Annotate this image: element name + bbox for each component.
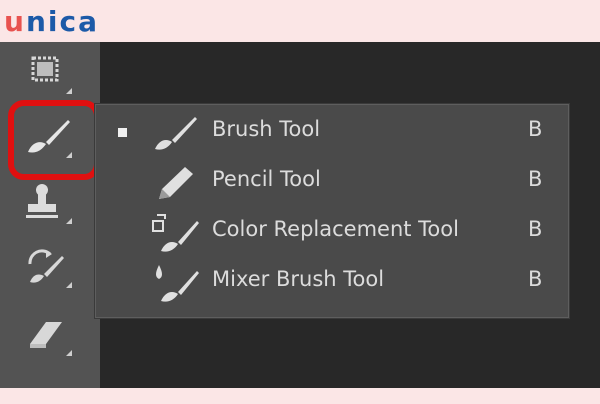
clone-stamp-icon: [26, 184, 58, 218]
logo-rest: nica: [25, 5, 99, 38]
color-replacement-icon: [152, 214, 199, 252]
menu-item-label: Color Replacement Tool: [212, 217, 459, 241]
unica-logo: unica: [4, 4, 99, 40]
tools-panel: [0, 42, 100, 388]
menu-item-pencil-tool[interactable]: Pencil Tool B: [96, 157, 570, 207]
eraser-icon: [30, 322, 62, 348]
menu-item-shortcut: B: [528, 117, 543, 141]
tool-group-indicator: [66, 350, 72, 356]
artboard-icon: [31, 56, 59, 82]
tool-artboard[interactable]: [20, 48, 82, 98]
tool-clone-stamp[interactable]: [20, 178, 82, 228]
menu-item-label: Mixer Brush Tool: [212, 267, 385, 291]
active-tool-bullet: [118, 128, 127, 137]
selected-tool-highlight: [8, 100, 100, 180]
menu-item-brush-tool[interactable]: Brush Tool B: [96, 107, 570, 157]
tool-eraser[interactable]: [20, 310, 82, 360]
menu-item-shortcut: B: [528, 217, 543, 241]
tool-group-indicator: [66, 88, 72, 94]
menu-item-shortcut: B: [528, 167, 543, 191]
tool-group-indicator: [66, 218, 72, 224]
menu-item-label: Pencil Tool: [212, 167, 321, 191]
pencil-icon: [159, 167, 193, 199]
menu-item-shortcut: B: [528, 267, 543, 291]
history-brush-icon: [28, 249, 64, 283]
logo-first-letter: u: [4, 5, 26, 38]
tool-group-indicator: [66, 282, 72, 288]
mixer-brush-icon: [156, 265, 199, 302]
menu-item-color-replacement-tool[interactable]: Color Replacement Tool B: [96, 207, 570, 257]
menu-item-label: Brush Tool: [212, 117, 321, 141]
menu-item-mixer-brush-tool[interactable]: Mixer Brush Tool B: [96, 257, 570, 307]
brush-icon: [155, 117, 197, 150]
brush-tools-flyout-menu: Brush Tool B Pencil Tool B Color Replace…: [95, 104, 569, 318]
tool-history-brush[interactable]: [20, 242, 82, 292]
